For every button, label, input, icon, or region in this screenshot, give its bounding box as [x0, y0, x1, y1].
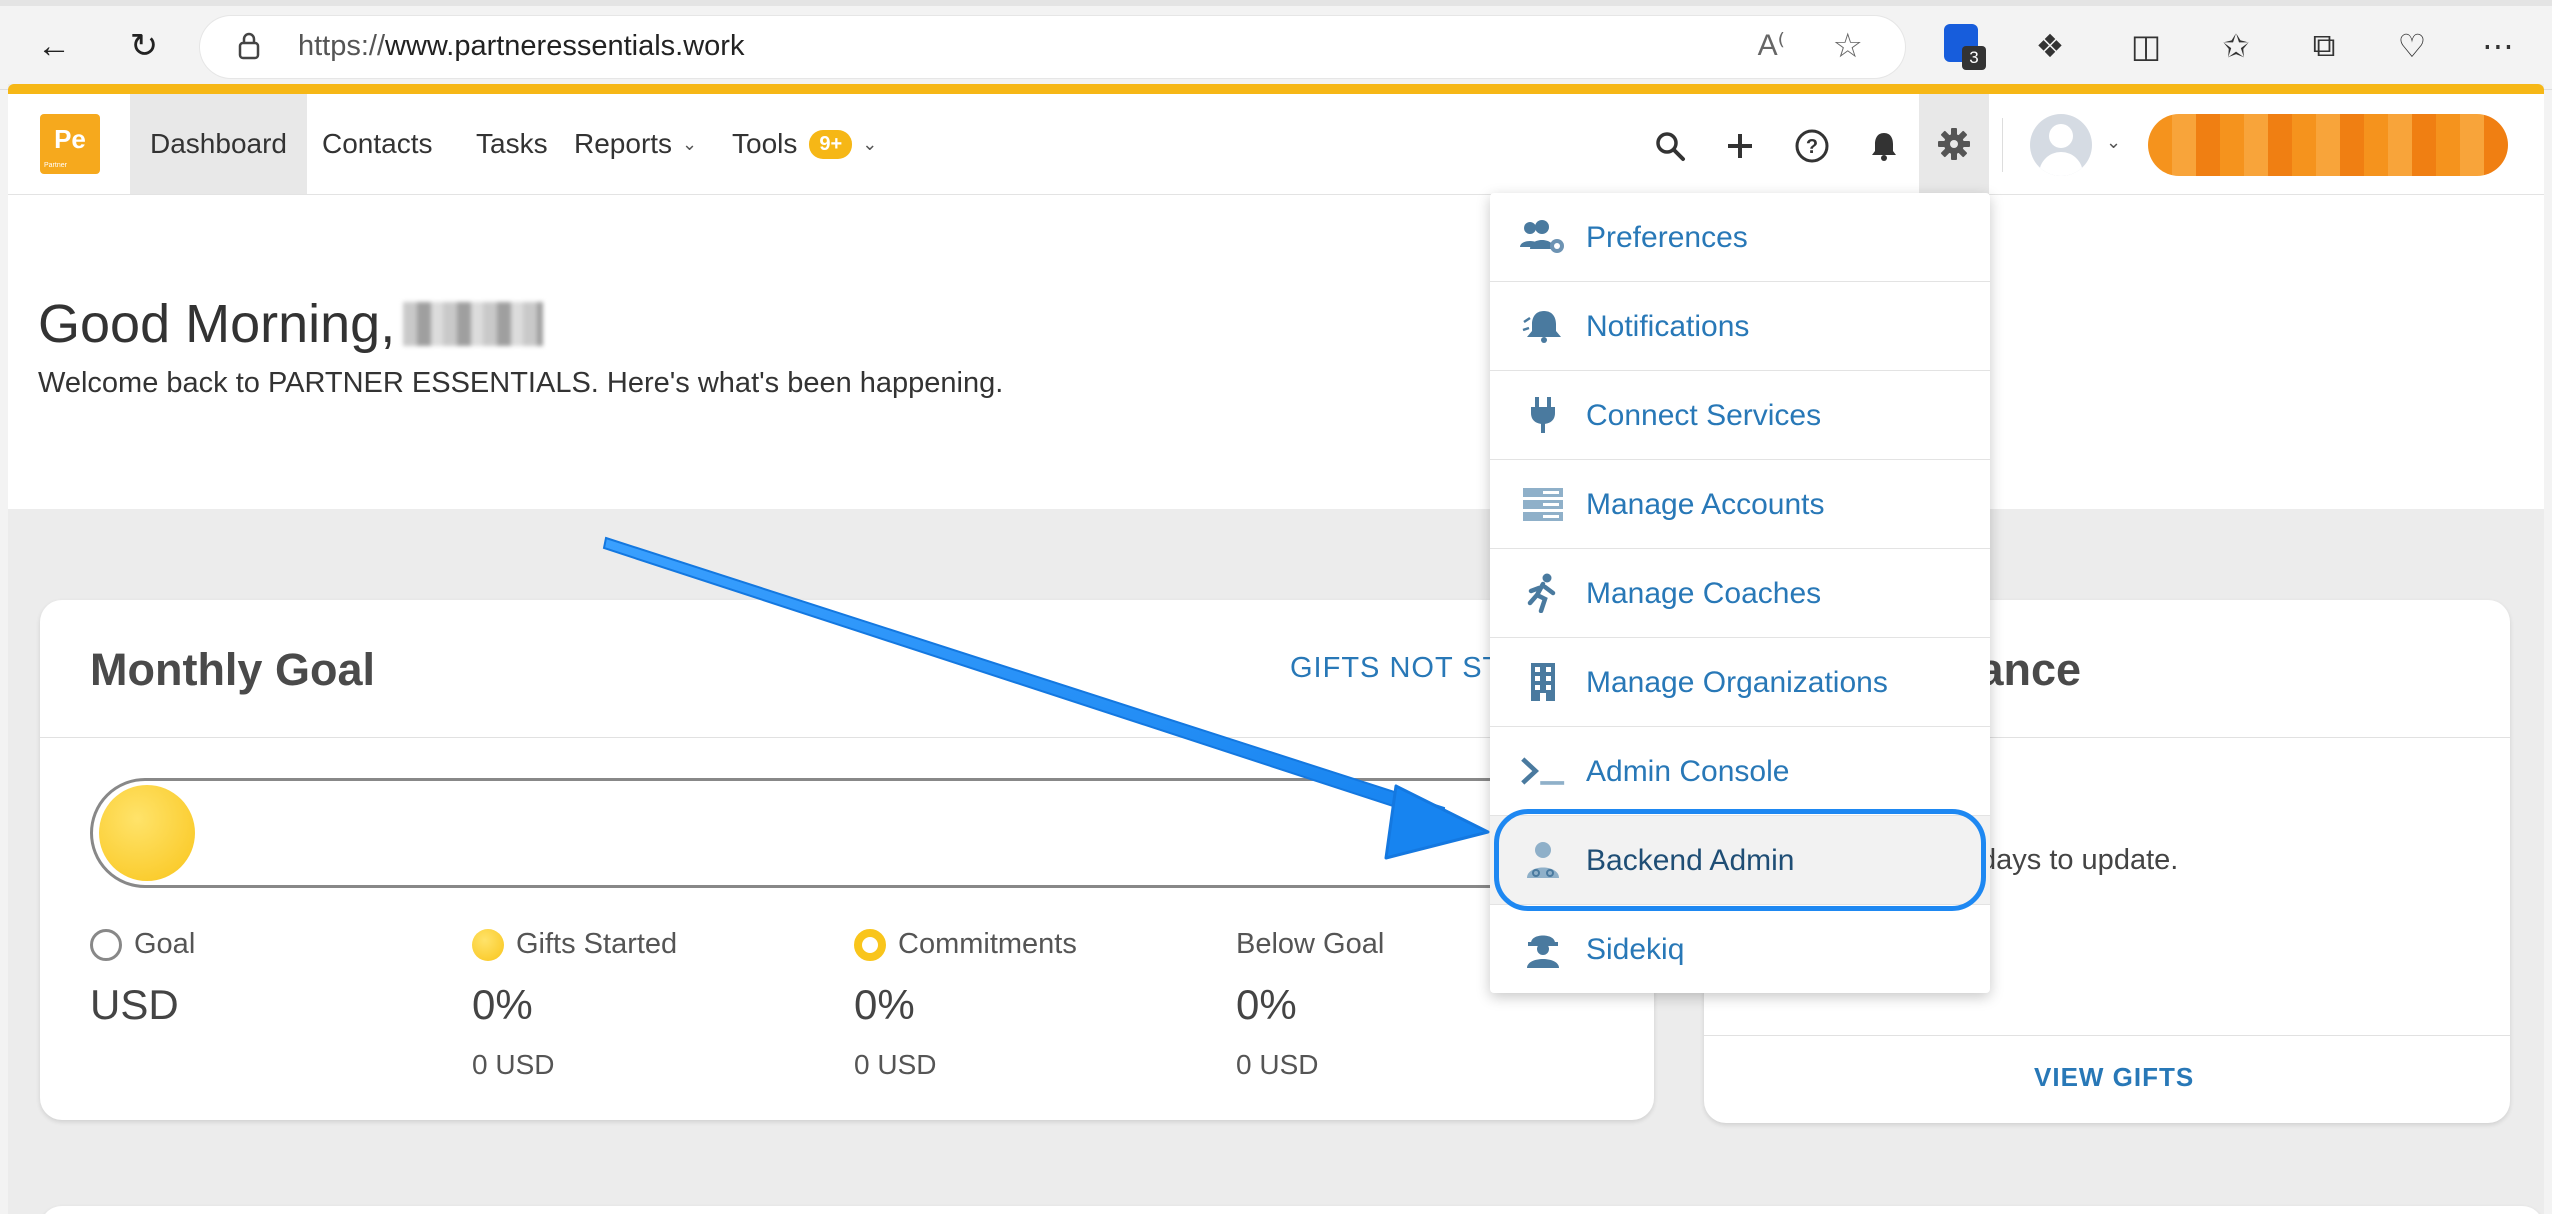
nav-tools[interactable]: Tools 9+ ⌄ [712, 94, 897, 194]
building-icon [1520, 662, 1566, 702]
card-footer: VIEW GIFTS [1704, 1035, 2510, 1123]
extension-icon[interactable]: ❖ [2026, 22, 2074, 70]
address-bar[interactable]: https://www.partneressentials.work A⁽ ☆ [200, 16, 1905, 78]
menu-item-notifications[interactable]: Notifications [1490, 282, 1990, 371]
gifts-not-started-link[interactable]: GIFTS NOT STA [1290, 652, 1519, 685]
password-manager-extension-icon[interactable]: 3 [1944, 24, 1986, 70]
chevron-down-icon: ⌄ [682, 133, 698, 154]
greeting-title: Good Morning, [38, 293, 544, 355]
read-aloud-icon[interactable]: A⁽ [1758, 28, 1785, 63]
card-title: Monthly Goal [90, 644, 375, 695]
app-window: Pe Partner Dashboard Contacts Tasks Repor… [8, 84, 2544, 1214]
refresh-icon[interactable]: ↻ [120, 22, 168, 70]
redacted-username [403, 302, 544, 346]
stat-commitments: Commitments 0% 0 USD [854, 928, 1077, 1080]
svg-text:?: ? [1806, 136, 1818, 158]
greeting-panel: Good Morning, Welcome back to PARTNER ES… [8, 195, 2544, 509]
organization-switcher[interactable] [2148, 114, 2508, 176]
tools-badge: 9+ [809, 129, 853, 159]
menu-item-admin-console[interactable]: Admin Console [1490, 727, 1990, 816]
nav-dashboard[interactable]: Dashboard [130, 94, 307, 194]
nav-tasks[interactable]: Tasks [456, 94, 568, 194]
collections-icon[interactable]: ⧉ [2300, 22, 2348, 70]
chevron-down-icon: ⌄ [862, 133, 878, 154]
running-icon [1520, 573, 1566, 613]
split-screen-icon[interactable]: ◫ [2122, 22, 2170, 70]
add-icon[interactable] [1716, 122, 1764, 170]
chevron-down-icon[interactable]: ⌄ [2106, 132, 2121, 153]
nav-contacts[interactable]: Contacts [302, 94, 453, 194]
favorites-icon[interactable]: ✩ [2212, 22, 2260, 70]
bell-icon[interactable] [1860, 122, 1908, 170]
highlight-ring [1494, 809, 1986, 911]
accent-bar [8, 84, 2544, 94]
goal-progress-bar [90, 778, 1630, 888]
greeting-subtitle: Welcome back to PARTNER ESSENTIALS. Here… [38, 367, 1004, 399]
browser-toolbar: ← ↻ https://www.partneressentials.work A… [0, 0, 2552, 90]
menu-item-manage-organizations[interactable]: Manage Organizations [1490, 638, 1990, 727]
favorite-star-icon[interactable]: ☆ [1833, 26, 1863, 66]
menu-item-connect-services[interactable]: Connect Services [1490, 371, 1990, 460]
card-header: Monthly Goal GIFTS NOT STA [40, 600, 1654, 738]
monthly-goal-card: Monthly Goal GIFTS NOT STA Goal USD Gift… [40, 600, 1654, 1120]
help-icon[interactable]: ? [1788, 122, 1836, 170]
terminal-icon [1520, 751, 1566, 791]
more-icon[interactable]: ⋯ [2474, 22, 2522, 70]
search-icon[interactable] [1646, 122, 1694, 170]
menu-item-manage-coaches[interactable]: Manage Coaches [1490, 549, 1990, 638]
menu-item-sidekiq[interactable]: Sidekiq [1490, 905, 1990, 994]
tab-strip [0, 0, 2552, 6]
view-gifts-link[interactable]: VIEW GIFTS [2034, 1062, 2194, 1093]
browser-essentials-icon[interactable]: ♡ [2388, 22, 2436, 70]
next-card [40, 1206, 2544, 1214]
stat-goal: Goal USD [90, 928, 196, 1028]
divider [2002, 118, 2003, 172]
plug-icon [1520, 395, 1566, 435]
top-navigation: Pe Partner Dashboard Contacts Tasks Repor… [8, 94, 2544, 195]
app-logo[interactable]: Pe Partner [40, 114, 100, 174]
gifts-started-legend-icon [472, 928, 504, 961]
menu-item-preferences[interactable]: Preferences [1490, 193, 1990, 282]
menu-item-manage-accounts[interactable]: Manage Accounts [1490, 460, 1990, 549]
goal-legend-icon [90, 928, 122, 961]
commitments-legend-icon [854, 928, 886, 961]
url-text: https://www.partneressentials.work [298, 30, 745, 62]
progress-indicator [99, 785, 195, 881]
hard-hat-icon [1520, 929, 1566, 969]
users-cog-icon [1520, 217, 1566, 257]
balance-message: days to update. [1980, 844, 2179, 876]
stat-below-goal: Below Goal 0% 0 USD [1236, 928, 1385, 1080]
lock-icon[interactable] [238, 32, 260, 65]
back-icon[interactable]: ← [30, 22, 78, 70]
server-icon [1520, 484, 1566, 524]
settings-gear-icon[interactable] [1919, 94, 1989, 194]
stat-gifts-started: Gifts Started 0% 0 USD [472, 928, 678, 1080]
nav-reports[interactable]: Reports ⌄ [554, 94, 717, 194]
bell-icon [1520, 306, 1566, 346]
avatar[interactable] [2030, 114, 2092, 176]
